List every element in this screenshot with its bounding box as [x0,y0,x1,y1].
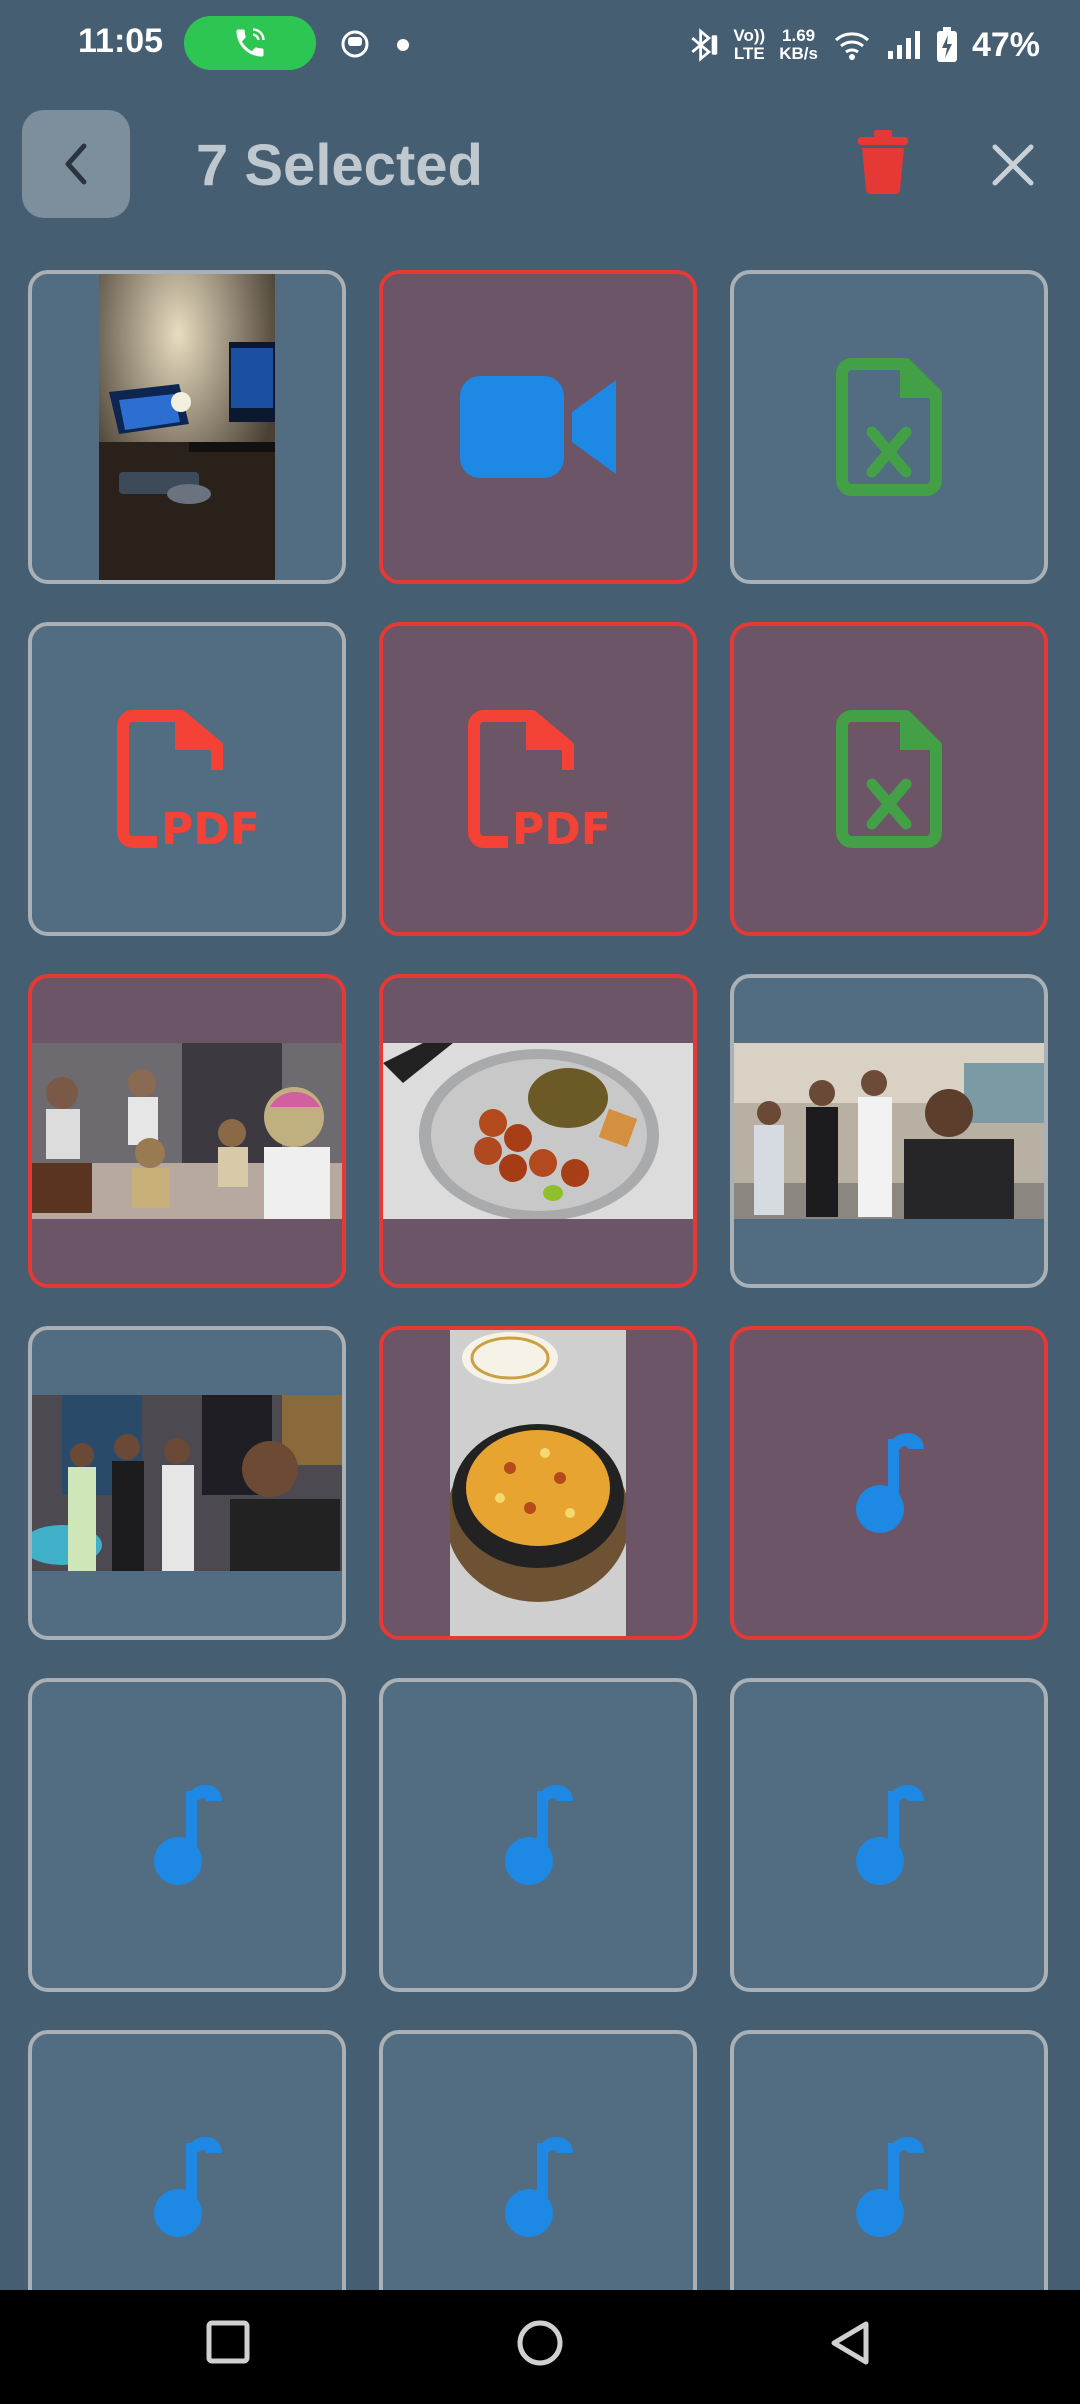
pdf-file-icon: PDF [117,710,257,848]
group-cinema-photo [32,1395,342,1571]
music-note-icon [154,1785,222,1885]
nav-back-button[interactable] [828,2320,872,2366]
grid-item-content [734,626,1044,932]
grid-item-content [32,274,342,580]
grid-item-audio[interactable] [730,2030,1048,2290]
system-navigation-bar [0,2290,1080,2404]
group-holi-photo [32,1043,342,1219]
grid-item-audio[interactable] [379,1678,697,1992]
excel-file-icon [836,710,942,848]
ongoing-call-chip[interactable] [184,16,316,70]
selection-app-bar: 7 Selected [0,110,1080,220]
group-mall-photo [734,1043,1044,1219]
battery-percent: 47% [971,25,1040,64]
selection-count-title: 7 Selected [196,133,483,198]
network-speed-value: 1.69 [782,26,816,45]
grid-item-content [734,1682,1044,1988]
network-speed: 1.69 KB/s [779,27,818,63]
pdf-label: PDF [512,804,608,848]
grid-item-content [383,2034,693,2290]
music-note-icon [154,2137,222,2237]
grid-item-content: PDF [32,626,342,932]
pdf-file-icon: PDF [468,710,608,848]
grid-item-content [32,1330,342,1636]
food-plate-photo [383,1043,693,1219]
grid-item-content [32,2034,342,2290]
grid-item-photo-selected[interactable] [28,974,346,1288]
grid-item-content [32,1682,342,1988]
recents-button[interactable] [206,2320,250,2364]
grid-item-excel-selected[interactable] [730,622,1048,936]
network-speed-unit: KB/s [779,44,818,63]
grid-item-pdf-selected[interactable]: PDF [379,622,697,936]
grid-item-video-selected[interactable] [379,270,697,584]
grid-item-pdf[interactable]: PDF [28,622,346,936]
grid-item-audio[interactable] [28,1678,346,1992]
back-button[interactable] [22,110,130,218]
volte-label: Vo)) [733,26,766,45]
grid-item-audio[interactable] [730,1678,1048,1992]
status-bar: 11:05 Vo)) LTE 1.69 KB/s 47% [0,0,1080,90]
grid-item-content [32,978,342,1284]
grid-item-content [734,274,1044,580]
grid-item-photo-selected[interactable] [379,1326,697,1640]
grid-item-content [383,978,693,1284]
video-camera-icon [460,376,616,478]
app-notification-icon [341,30,369,58]
file-grid: PDF PDF [28,270,1054,2290]
grid-item-photo[interactable] [28,1326,346,1640]
grid-item-photo[interactable] [730,974,1048,1288]
music-note-icon [505,2137,573,2237]
bluetooth-icon [691,28,718,62]
desk-setup-photo [99,274,275,580]
battery-charging-icon [936,27,957,62]
grid-item-excel[interactable] [730,270,1048,584]
grid-item-content [734,2034,1044,2290]
grid-item-photo-selected[interactable] [379,974,697,1288]
grid-item-audio[interactable] [28,2030,346,2290]
delete-icon[interactable] [858,130,908,194]
phone-call-icon [236,28,265,57]
music-note-icon [856,2137,924,2237]
grid-item-audio[interactable] [379,2030,697,2290]
status-time: 11:05 [78,22,164,60]
grid-item-content [734,978,1044,1284]
notification-dot [397,39,409,51]
signal-icon [887,31,920,59]
volte-indicator: Vo)) LTE [733,27,765,63]
grid-item-content: PDF [383,626,693,932]
grid-item-content [383,1682,693,1988]
music-note-icon [505,1785,573,1885]
close-icon[interactable] [990,142,1036,188]
home-button[interactable] [517,2320,563,2366]
music-note-icon [856,1433,924,1533]
grid-item-content [383,274,693,580]
chevron-left-icon [65,143,87,185]
pdf-label: PDF [161,804,257,848]
pizza-photo [450,1330,626,1636]
wifi-icon [834,32,869,60]
grid-item-content [734,1330,1044,1636]
excel-file-icon [836,358,942,496]
lte-label: LTE [733,44,765,63]
grid-item-content [383,1330,693,1636]
music-note-icon [856,1785,924,1885]
grid-item-audio-selected[interactable] [730,1326,1048,1640]
grid-item-photo[interactable] [28,270,346,584]
